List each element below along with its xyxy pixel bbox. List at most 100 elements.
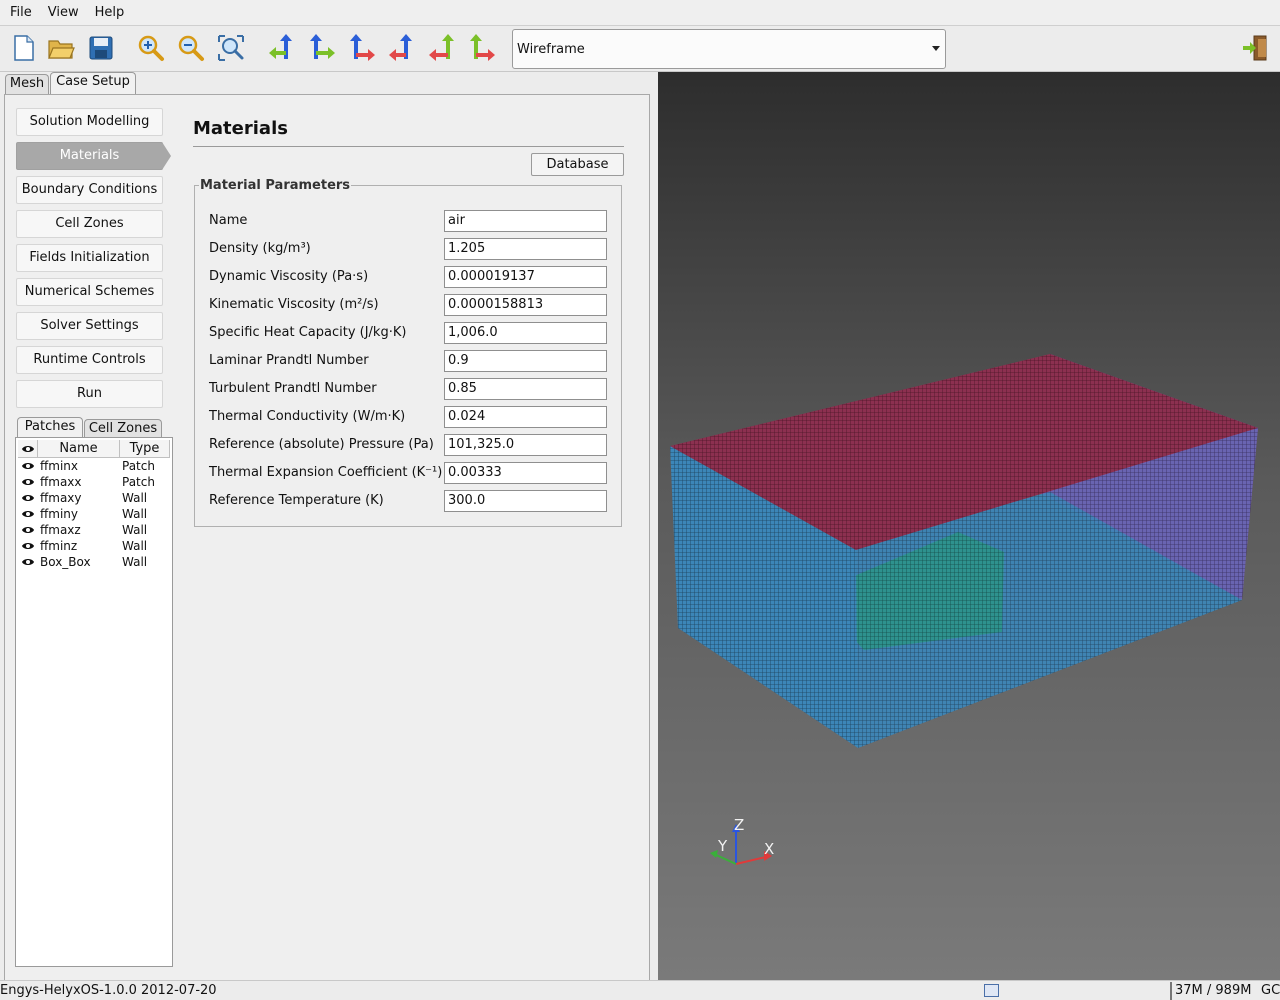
nav-fields-initialization[interactable]: Fields Initialization [16, 244, 163, 272]
view-axis-4-icon[interactable] [386, 31, 420, 65]
param-input[interactable]: 1,006.0 [444, 322, 607, 344]
zoom-fit-icon[interactable] [214, 31, 248, 65]
param-input[interactable]: air [444, 210, 607, 232]
param-input[interactable]: 1.205 [444, 238, 607, 260]
menu-file[interactable]: File [2, 0, 40, 26]
eye-icon[interactable] [18, 490, 38, 506]
patch-type: Wall [122, 491, 148, 505]
nav-solution-modelling[interactable]: Solution Modelling [16, 108, 163, 136]
param-input[interactable]: 300.0 [444, 490, 607, 512]
column-header-type[interactable]: Type [120, 440, 170, 457]
nav-materials[interactable]: Materials [16, 142, 171, 170]
table-header: Name Type [18, 440, 170, 458]
table-row[interactable]: ffminz Wall [18, 538, 170, 554]
param-label: Reference Temperature (K) [209, 493, 384, 508]
param-label: Density (kg/m³) [209, 241, 311, 256]
view-mode-value: Wireframe [517, 41, 585, 57]
param-input[interactable]: 0.85 [444, 378, 607, 400]
table-row[interactable]: ffmaxy Wall [18, 490, 170, 506]
status-bar: Engys-HelyxOS-1.0.0 2012-07-20 37M / 989… [0, 980, 1280, 1000]
param-input[interactable]: 0.024 [444, 406, 607, 428]
title-divider [193, 146, 624, 147]
version-label: Engys-HelyxOS-1.0.0 2012-07-20 [0, 983, 217, 998]
nav-numerical-schemes[interactable]: Numerical Schemes [16, 278, 163, 306]
param-input[interactable]: 101,325.0 [444, 434, 607, 456]
eye-icon[interactable] [18, 474, 38, 490]
patch-type: Wall [122, 555, 148, 569]
param-label: Kinematic Viscosity (m²/s) [209, 297, 379, 312]
patch-name: Box_Box [40, 555, 91, 569]
zoom-out-icon[interactable] [174, 31, 208, 65]
tab-mesh[interactable]: Mesh [5, 74, 49, 94]
view-mode-select[interactable]: Wireframe [512, 29, 946, 69]
patch-type: Wall [122, 539, 148, 553]
view-axis-5-icon[interactable] [426, 31, 460, 65]
visibility-header-icon [18, 440, 38, 457]
patch-name: ffminx [40, 459, 78, 473]
material-parameters-group: Material Parameters Name air Density (kg/m… [194, 178, 622, 527]
patch-rows: ffminx Patch ffmaxx Patch ffmaxy Wall ffminy Wa… [18, 458, 170, 570]
save-icon[interactable] [84, 31, 118, 65]
table-row[interactable]: Box_Box Wall [18, 554, 170, 570]
param-label: Name [209, 213, 248, 228]
table-row[interactable]: ffmaxz Wall [18, 522, 170, 538]
patch-type: Wall [122, 523, 148, 537]
param-input[interactable]: 0.9 [444, 350, 607, 372]
new-file-icon[interactable] [6, 31, 40, 65]
table-row[interactable]: ffmaxx Patch [18, 474, 170, 490]
table-row[interactable]: ffminx Patch [18, 458, 170, 474]
open-folder-icon[interactable] [44, 31, 78, 65]
database-button[interactable]: Database [531, 153, 624, 176]
zoom-in-icon[interactable] [134, 31, 168, 65]
tab-cell-zones[interactable]: Cell Zones [84, 419, 162, 439]
param-label: Turbulent Prandtl Number [209, 381, 377, 396]
chevron-down-icon [932, 46, 940, 51]
param-label: Laminar Prandtl Number [209, 353, 369, 368]
param-label: Dynamic Viscosity (Pa·s) [209, 269, 369, 284]
menu-view[interactable]: View [40, 0, 87, 26]
group-title: Material Parameters [199, 178, 352, 193]
view-axis-3-icon[interactable] [344, 31, 378, 65]
menu-bar: File View Help [0, 0, 1280, 26]
tab-case-setup[interactable]: Case Setup [50, 72, 136, 94]
eye-icon[interactable] [18, 506, 38, 522]
param-label: Thermal Conductivity (W/m·K) [209, 409, 406, 424]
param-label: Specific Heat Capacity (J/kg·K) [209, 325, 407, 340]
eye-icon[interactable] [18, 522, 38, 538]
patch-type: Patch [122, 459, 155, 473]
eye-icon[interactable] [18, 458, 38, 474]
column-header-name[interactable]: Name [38, 440, 120, 457]
exit-door-icon[interactable] [1238, 31, 1272, 65]
view-axis-1-icon[interactable] [266, 31, 300, 65]
patch-name: ffmaxz [40, 523, 81, 537]
nav-solver-settings[interactable]: Solver Settings [16, 312, 163, 340]
patch-table-frame: Name Type ffminx Patch ffmaxx Patch ffmaxy Wa… [15, 437, 173, 967]
patch-table: Name Type ffminx Patch ffmaxx Patch ffmaxy Wa… [18, 440, 170, 570]
view-axis-2-icon[interactable] [304, 31, 338, 65]
view-axis-6-icon[interactable] [464, 31, 498, 65]
status-divider [1170, 982, 1172, 1000]
patch-name: ffminz [40, 539, 78, 553]
log-icon[interactable] [984, 984, 999, 997]
nav-runtime-controls[interactable]: Runtime Controls [16, 346, 163, 374]
3d-viewport[interactable]: Z Y X [658, 72, 1280, 980]
gc-button[interactable]: GC [1261, 983, 1280, 998]
param-input[interactable]: 0.0000158813 [444, 294, 607, 316]
menu-help[interactable]: Help [87, 0, 133, 26]
axis-z-label: Z [734, 816, 744, 834]
axis-x-label: X [764, 840, 774, 858]
eye-icon[interactable] [18, 554, 38, 570]
patch-name: ffmaxy [40, 491, 82, 505]
param-input[interactable]: 0.00333 [444, 462, 607, 484]
axis-y-label: Y [717, 837, 728, 855]
tab-patches[interactable]: Patches [17, 417, 83, 439]
table-row[interactable]: ffminy Wall [18, 506, 170, 522]
nav-run[interactable]: Run [16, 380, 163, 408]
patch-name: ffmaxx [40, 475, 82, 489]
eye-icon[interactable] [18, 538, 38, 554]
patch-name: ffminy [40, 507, 78, 521]
param-input[interactable]: 0.000019137 [444, 266, 607, 288]
nav-boundary-conditions[interactable]: Boundary Conditions [16, 176, 163, 204]
mesh-render: Z Y X [670, 354, 1258, 865]
nav-cell-zones[interactable]: Cell Zones [16, 210, 163, 238]
